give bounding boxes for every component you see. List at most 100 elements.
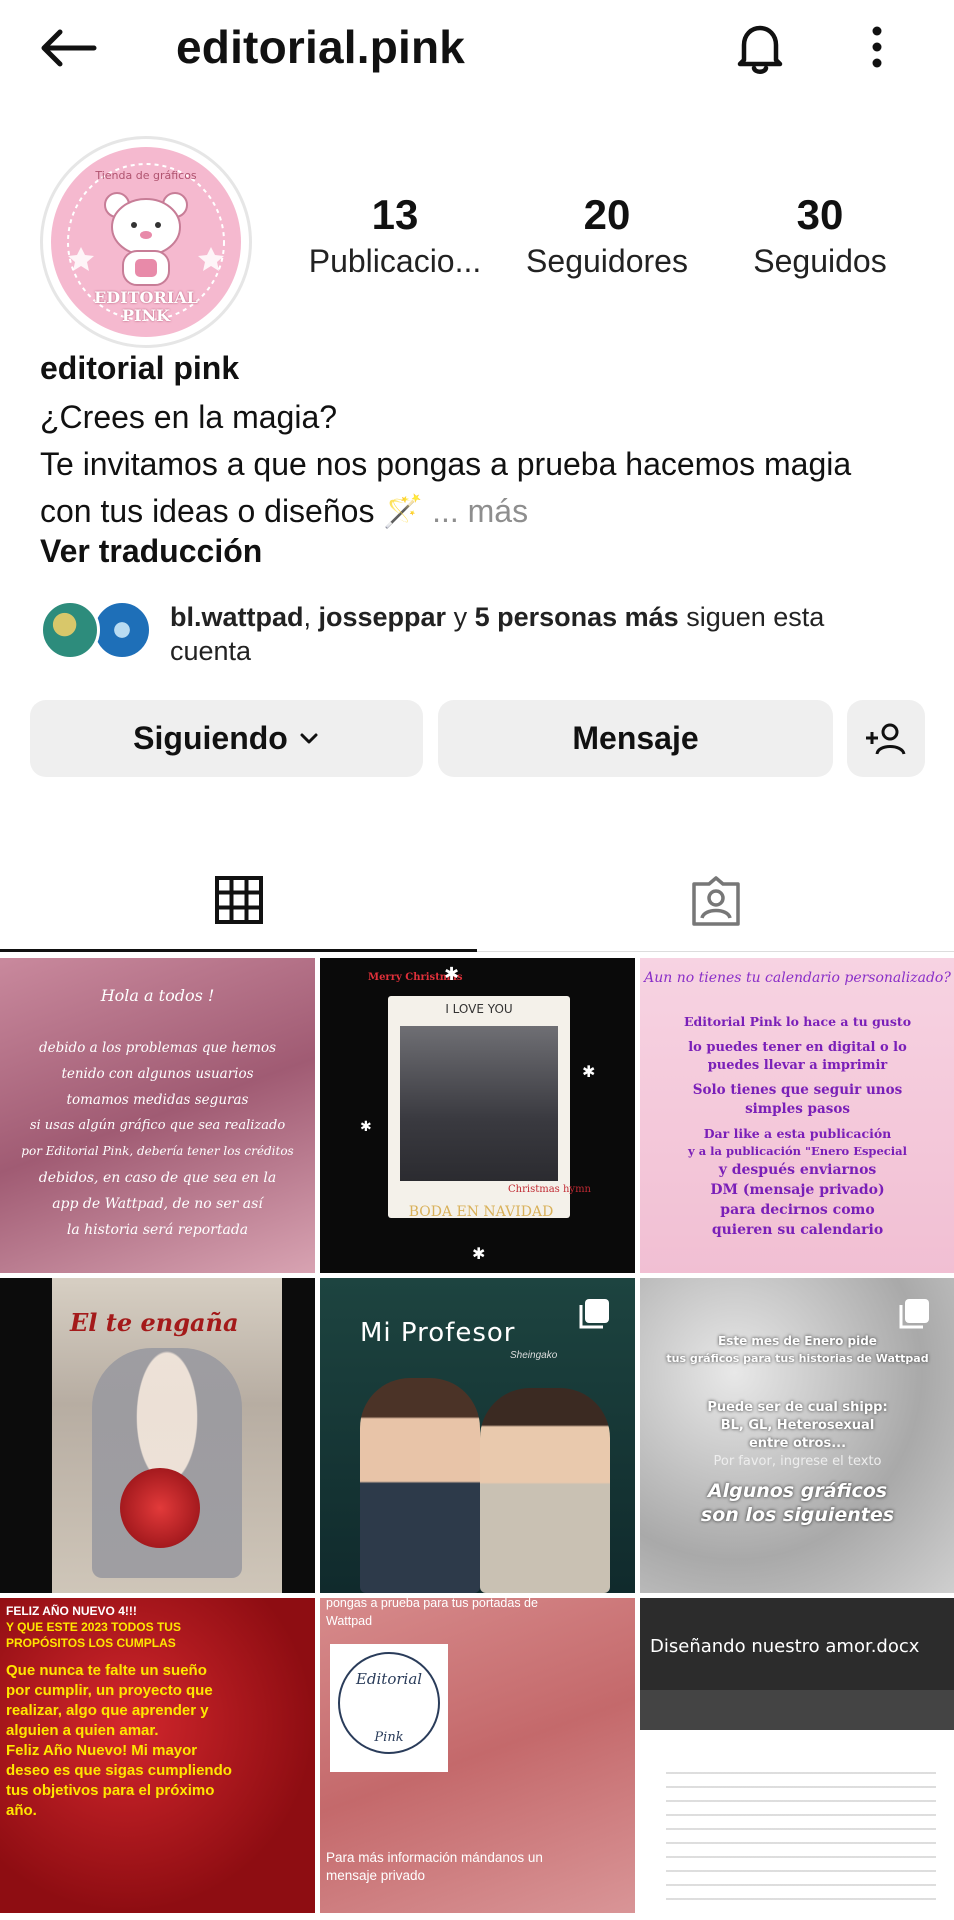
snowflake-icon: ✱: [582, 1064, 596, 1081]
message-button[interactable]: Mensaje: [438, 700, 833, 777]
post6-line-4: BL, GL, Heterosexual: [720, 1418, 875, 1433]
see-translation-link[interactable]: Ver traducción: [40, 533, 262, 570]
post8-line-2: Wattpad: [326, 1614, 373, 1628]
chevron-down-icon: [300, 733, 318, 743]
post8-logo-sub: Pink: [374, 1730, 404, 1745]
followers-count: 20: [583, 191, 631, 238]
post6-line-3: Puede ser de cual shipp:: [707, 1400, 888, 1415]
followed-by-row[interactable]: bl.wattpad, josseppar y 5 personas más s…: [40, 598, 920, 668]
post-thumbnail-4[interactable]: El te engaña: [0, 1278, 315, 1593]
snowflake-icon: ✱: [444, 964, 460, 984]
post6-line-2: tus gráficos para tus historias de Wattp…: [666, 1352, 929, 1365]
post9-doc-title: Diseñando nuestro amor.docx: [650, 1636, 920, 1657]
following-label: Seguidos: [753, 243, 887, 279]
post7-line-10: tus objetivos para el próximo: [6, 1782, 215, 1799]
post1-line-8: la historia será reportada: [66, 1222, 249, 1238]
post7-line-11: año.: [6, 1802, 37, 1819]
post5-title: Mi Profesor: [360, 1318, 516, 1348]
post2-boda-text: BODA EN NAVIDAD: [408, 1204, 554, 1220]
multi-post-icon: [896, 1296, 932, 1332]
post3-line-7: y a la publicación "Enero Especial: [688, 1144, 907, 1158]
bio-line-3-wrap: con tus ideas o diseños 🪄 ... más: [40, 488, 920, 535]
avatar-text-bottom: EDITORIAL PINK: [94, 288, 198, 325]
post-thumbnail-9[interactable]: Diseñando nuestro amor.docx: [640, 1598, 954, 1913]
post1-line-5: por Editorial Pink, debería tener los cr…: [21, 1144, 294, 1158]
avatar-text-top: Tienda de gráficos: [95, 169, 197, 182]
post5-person-1: [360, 1378, 480, 1593]
following-label: Siguiendo: [133, 720, 288, 756]
post-thumbnail-1[interactable]: Hola a todos ! debido a los problemas qu…: [0, 958, 315, 1273]
post7-line-6: realizar, algo que aprender y: [6, 1702, 209, 1719]
post4-title: El te engaña: [70, 1308, 239, 1337]
bio-more-link[interactable]: ... más: [432, 493, 528, 529]
add-person-icon: [866, 723, 906, 755]
post3-line-3: puedes llevar a imprimir: [707, 1058, 888, 1073]
follower-user-1[interactable]: bl.wattpad: [170, 602, 304, 632]
post3-line-5: simples pasos: [745, 1101, 850, 1117]
tab-posts-grid[interactable]: [0, 850, 477, 952]
more-options-icon[interactable]: [864, 22, 890, 72]
tagged-person-icon: [691, 875, 740, 926]
post1-line-7: app de Wattpad, de no ser así: [52, 1196, 263, 1212]
post7-line-2: Y QUE ESTE 2023 TODOS TUS: [6, 1620, 181, 1634]
profile-stats: 13 Publicacio... 20 Seguidores 30 Seguid…: [290, 190, 930, 300]
notification-bell-icon[interactable]: [730, 18, 790, 78]
snowflake-icon: ✱: [360, 1118, 372, 1134]
post6-line-6: Por favor, ingrese el texto: [713, 1454, 882, 1469]
post-thumbnail-8[interactable]: pongas a prueba para tus portadas de Wat…: [320, 1598, 635, 1913]
following-count: 30: [796, 191, 844, 238]
post6-line-1: Este mes de Enero pide: [718, 1334, 877, 1348]
post6-line-7: Algunos gráficos: [707, 1480, 888, 1502]
top-bar: editorial.pink: [0, 0, 954, 100]
post7-line-3: PROPÓSITOS LOS CUMPLAS: [6, 1636, 176, 1650]
follower-user-2[interactable]: josseppar: [319, 602, 447, 632]
snowflake-icon: ✱: [472, 1246, 486, 1263]
post8-logo-title: Editorial: [355, 1670, 423, 1688]
post3-line-4: Solo tienes que seguir unos: [692, 1082, 903, 1098]
post-thumbnail-3[interactable]: Aun no tienes tu calendario personalizad…: [640, 958, 954, 1273]
post8-line-6: mensaje privado: [326, 1868, 426, 1883]
following-button[interactable]: Siguiendo: [30, 700, 423, 777]
post6-line-8: son los siguientes: [700, 1504, 895, 1526]
grid-icon: [214, 875, 263, 924]
add-user-button[interactable]: [847, 700, 925, 777]
post1-line-3: tomamos medidas seguras: [66, 1092, 249, 1108]
post5-sub: Sheingako: [510, 1350, 558, 1361]
post9-header-strip: [640, 1690, 954, 1730]
post7-line-8: Feliz Año Nuevo! Mi mayor: [6, 1742, 198, 1759]
followers-label: Seguidores: [526, 243, 688, 279]
and: y: [446, 602, 475, 632]
multi-post-icon: [576, 1296, 612, 1332]
post3-line-10: para decirnos como: [720, 1202, 875, 1218]
post7-line-7: alguien a quien amar.: [6, 1722, 159, 1739]
post7-line-1: FELIZ AÑO NUEVO 4!!!: [6, 1604, 137, 1618]
bio-line-2: Te invitamos a que nos pongas a prueba h…: [40, 446, 852, 482]
post8-logo: Editorial Pink: [330, 1644, 448, 1772]
followed-by-text: bl.wattpad, josseppar y 5 personas más s…: [170, 600, 910, 668]
display-name: editorial pink: [40, 350, 240, 386]
post-thumbnail-5[interactable]: Mi Profesor Sheingako: [320, 1278, 635, 1593]
stat-posts[interactable]: 13 Publicacio...: [290, 190, 500, 282]
back-arrow-icon[interactable]: [38, 26, 98, 70]
post1-line-1: debido a los problemas que hemos: [38, 1040, 277, 1056]
profile-tabs: [0, 850, 954, 952]
follower-avatar-2: [92, 600, 152, 660]
post1-line-4: si usas algún gráfico que sea realizado: [29, 1118, 286, 1133]
stat-followers[interactable]: 20 Seguidores: [502, 190, 712, 282]
post3-line-6: Dar like a esta publicación: [703, 1126, 892, 1141]
tab-tagged[interactable]: [477, 850, 954, 952]
post6-line-5: entre otros...: [748, 1436, 847, 1451]
profile-avatar[interactable]: Tienda de gráficos EDITORIAL PINK: [40, 136, 252, 348]
post-thumbnail-6[interactable]: Este mes de Enero pide tus gráficos para…: [640, 1278, 954, 1593]
post3-line-8: y después enviarnos: [718, 1162, 877, 1178]
post3-line-11: quieren su calendario: [711, 1222, 884, 1238]
stat-following[interactable]: 30 Seguidos: [715, 190, 925, 282]
post7-line-9: deseo es que sigas cumpliendo: [6, 1762, 232, 1779]
post1-line-6: debidos, en caso de que sea en la: [38, 1170, 277, 1186]
post1-line-2: tenido con algunos usuarios: [61, 1066, 254, 1082]
follower-others[interactable]: 5 personas más: [475, 602, 679, 632]
posts-label: Publicacio...: [308, 243, 482, 279]
post-thumbnail-2[interactable]: I LOVE YOU Merry Christmas BODA EN NAVID…: [320, 958, 635, 1273]
post-thumbnail-7[interactable]: FELIZ AÑO NUEVO 4!!! Y QUE ESTE 2023 TOD…: [0, 1598, 315, 1913]
post7-line-4: Que nunca te falte un sueño: [6, 1662, 207, 1679]
